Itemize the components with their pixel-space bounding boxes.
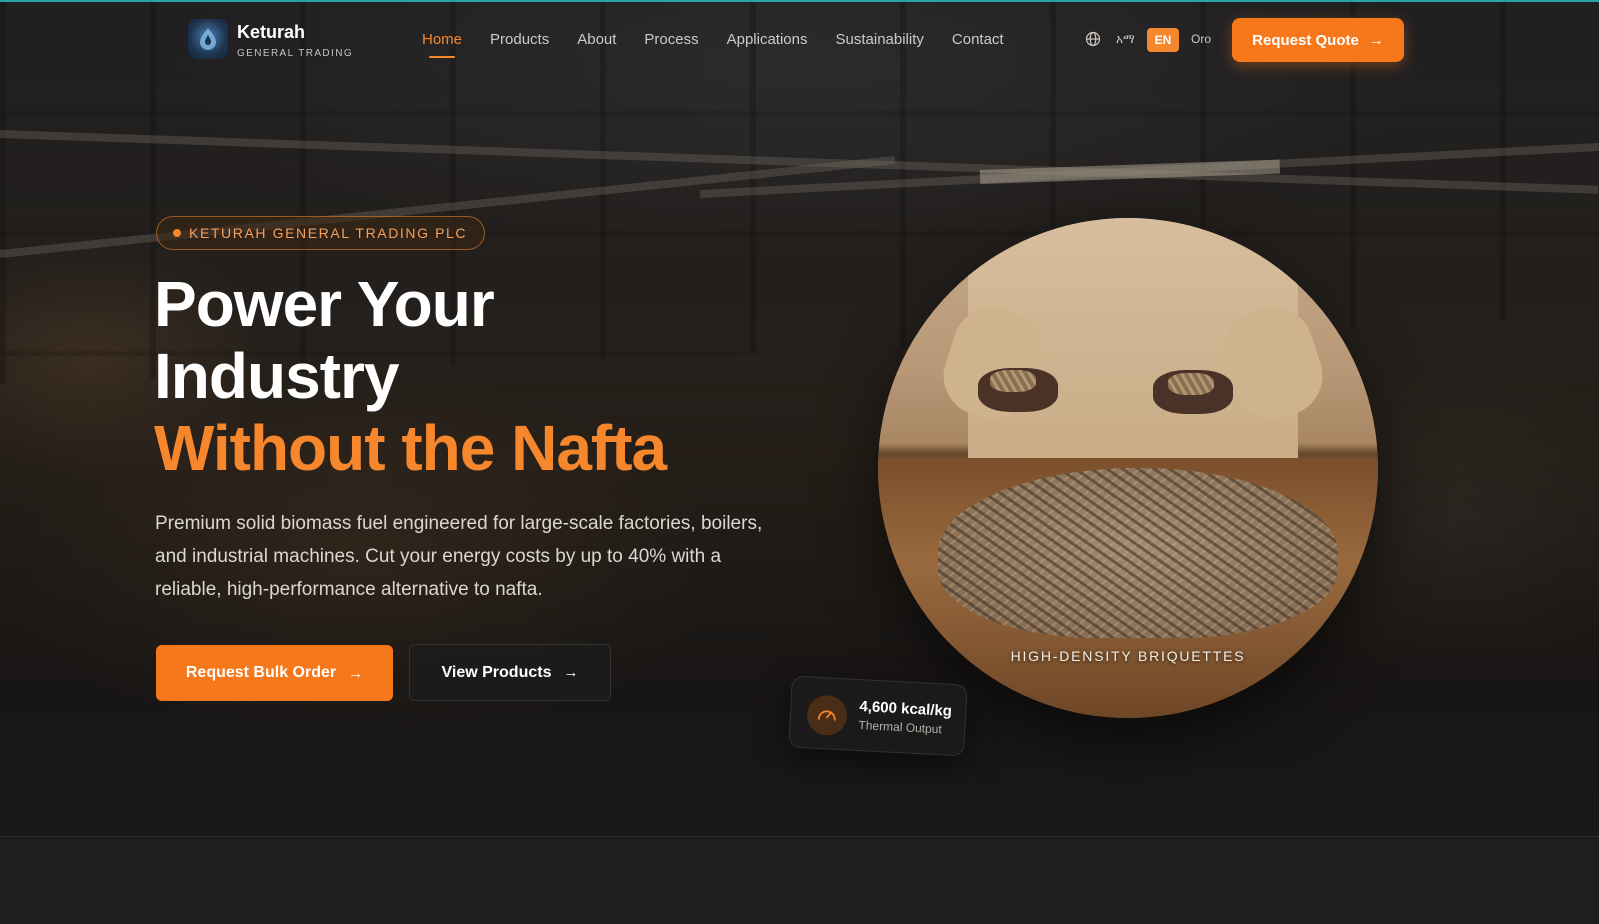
next-section [0,836,1599,924]
nav-item-sustainability[interactable]: Sustainability [836,31,924,48]
view-products-label: View Products [441,663,552,681]
request-bulk-order-button[interactable]: Request Bulk Order → [156,645,393,701]
gauge-icon [805,694,848,737]
brand-name[interactable]: Keturah [237,22,305,43]
lang-amharic-button[interactable]: አማ [1116,32,1135,47]
request-quote-button[interactable]: Request Quote → [1232,18,1404,62]
brand-subtitle: GENERAL TRADING [237,48,354,59]
main-nav: Home Products About Process Applications… [422,31,1032,58]
logo-icon[interactable] [188,19,228,59]
stat-label: Thermal Output [858,718,943,737]
arrow-right-icon: → [348,664,364,682]
thermal-output-card: 4,600 kcal/kg Thermal Output [788,675,968,757]
request-bulk-order-label: Request Bulk Order [185,664,337,681]
hero-headline: Power Your Industry Without the Nafta [154,268,667,484]
badge-text: KETURAH GENERAL TRADING PLC [189,225,468,241]
badge-dot-icon [173,229,181,237]
image-caption: HIGH-DENSITY BRIQUETTES [1010,648,1246,664]
headline-line-3: Without the Nafta [154,412,667,484]
pellet-pile [938,468,1338,638]
nav-item-about[interactable]: About [577,31,616,48]
product-image: HIGH-DENSITY BRIQUETTES [878,218,1378,718]
headline-line-1: Power Your [154,268,495,340]
nav-item-process[interactable]: Process [644,31,698,48]
nav-item-contact[interactable]: Contact [952,31,1004,48]
hero-description: Premium solid biomass fuel engineered fo… [155,513,763,600]
globe-icon [1085,31,1101,47]
nav-item-applications[interactable]: Applications [727,31,808,48]
stat-value: 4,600 kcal/kg [859,698,953,720]
request-quote-label: Request Quote [1252,31,1359,49]
nav-item-home[interactable]: Home [422,31,462,58]
top-navbar: Keturah GENERAL TRADING Home Products Ab… [0,0,1599,80]
lang-oromo-button[interactable]: Oro [1191,32,1211,46]
lang-english-button[interactable]: EN [1147,28,1179,52]
company-badge: KETURAH GENERAL TRADING PLC [156,216,486,250]
arrow-right-icon: → [563,664,579,681]
view-products-button[interactable]: View Products → [409,644,611,701]
headline-line-2: Industry [154,340,399,412]
arrow-right-icon: → [1368,31,1384,49]
nav-item-products[interactable]: Products [490,31,549,48]
